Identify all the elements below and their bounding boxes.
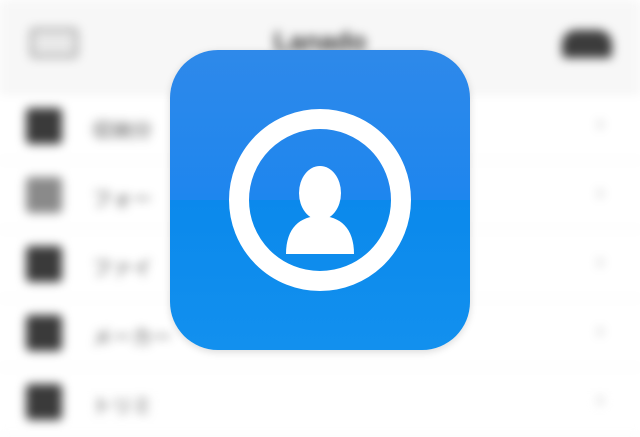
app-icon[interactable] <box>170 50 470 350</box>
list-item-label: メーカー <box>92 327 172 349</box>
chevron-right-icon: › <box>596 112 605 137</box>
list-item-label: フォー <box>92 189 152 211</box>
list-item-label: ファイ <box>92 258 152 280</box>
crop-icon <box>26 384 62 420</box>
chevron-right-icon: › <box>596 181 605 206</box>
list-item-label: 収納分 <box>92 120 152 142</box>
file-icon <box>26 246 62 282</box>
grid-icon <box>26 108 62 144</box>
cloud-icon[interactable] <box>562 30 612 58</box>
list-item-label: トリミ <box>92 396 152 418</box>
box-icon <box>26 315 62 351</box>
user-profile-icon <box>229 109 411 291</box>
chevron-right-icon: › <box>596 319 605 344</box>
list-item[interactable]: トリミ › <box>0 368 640 437</box>
folder-icon <box>26 177 62 213</box>
chevron-right-icon: › <box>596 250 605 275</box>
